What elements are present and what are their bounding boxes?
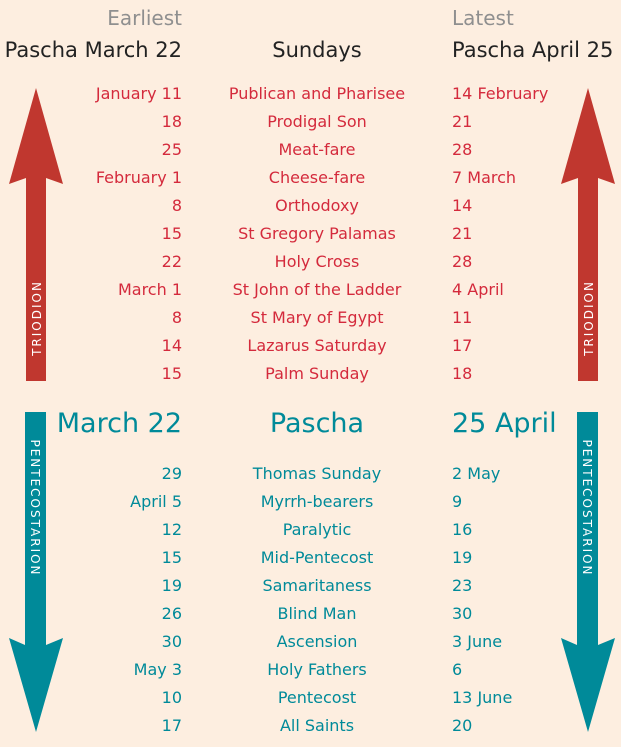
triodion-earliest-cell: 18 xyxy=(161,112,182,131)
pentecostarion-latest-cell: 9 xyxy=(452,492,463,511)
triodion-arrow-left: TRIODION xyxy=(9,88,63,381)
triodion-label-left: TRIODION xyxy=(30,280,44,357)
triodion-earliest-cell: February 1 xyxy=(95,168,182,187)
pentecostarion-sunday-cell: Samaritaness xyxy=(262,576,372,595)
latest-title: Pascha April 25 xyxy=(452,38,614,62)
triodion-sunday-cell: Orthodoxy xyxy=(275,196,359,215)
triodion-label-right: TRIODION xyxy=(582,280,596,357)
pentecostarion-sunday-cell: Mid-Pentecost xyxy=(260,548,374,567)
triodion-earliest-cell: 25 xyxy=(161,140,182,159)
pentecostarion-earliest-cell: April 5 xyxy=(130,492,182,511)
pentecostarion-latest-cell: 6 xyxy=(452,660,463,679)
pentecostarion-earliest-cell: 26 xyxy=(161,604,182,623)
triodion-sunday-cell: Prodigal Son xyxy=(267,112,367,131)
pascha-latest: 25 April xyxy=(452,408,557,439)
pentecostarion-latest-cell: 3 June xyxy=(452,632,503,651)
pentecostarion-label-left: PENTECOSTARION xyxy=(28,439,42,576)
pentecostarion-latest-cell: 23 xyxy=(452,576,473,595)
pentecostarion-sunday-cell: Ascension xyxy=(276,632,358,651)
triodion-earliest-cell: 8 xyxy=(171,196,182,215)
triodion-latest-cell: 28 xyxy=(452,140,473,159)
pentecostarion-latest-cell: 2 May xyxy=(452,464,501,483)
pentecostarion-latest-cell: 20 xyxy=(452,716,473,735)
triodion-sunday-cell: Publican and Pharisee xyxy=(228,84,406,103)
pentecostarion-earliest-cell: 29 xyxy=(161,464,182,483)
pentecostarion-arrow-left: PENTECOSTARION xyxy=(9,412,63,732)
triodion-sunday-cell: St Mary of Egypt xyxy=(250,308,384,327)
triodion-latest-cell: 4 April xyxy=(452,280,504,299)
pentecostarion-earliest-cell: 17 xyxy=(161,716,182,735)
latest-label: Latest xyxy=(452,6,514,30)
triodion-earliest-cell: January 11 xyxy=(95,84,182,103)
triodion-arrow-right: TRIODION xyxy=(561,88,615,381)
pentecostarion-sunday-cell: Pentecost xyxy=(277,688,357,707)
pascha-center: Pascha xyxy=(269,408,365,439)
pentecostarion-latest-cell: 16 xyxy=(452,520,473,539)
pentecostarion-sunday-cell: Thomas Sunday xyxy=(252,464,382,483)
pentecostarion-sunday-cell: Myrrh-bearers xyxy=(260,492,374,511)
pentecostarion-earliest-cell: May 3 xyxy=(133,660,182,679)
pentecostarion-earliest-cell: 30 xyxy=(161,632,182,651)
earliest-label: Earliest xyxy=(107,6,182,30)
triodion-latest-cell: 14 February xyxy=(452,84,549,103)
triodion-latest-cell: 18 xyxy=(452,364,473,383)
pentecostarion-sunday-cell: Blind Man xyxy=(277,604,357,623)
triodion-earliest-cell: 15 xyxy=(161,224,182,243)
triodion-latest-cell: 21 xyxy=(452,224,473,243)
triodion-sunday-cell: Cheese-fare xyxy=(268,168,366,187)
triodion-latest-cell: 28 xyxy=(452,252,473,271)
triodion-latest-cell: 21 xyxy=(452,112,473,131)
pentecostarion-earliest-cell: 12 xyxy=(161,520,182,539)
pentecostarion-sunday-cell: Paralytic xyxy=(282,520,352,539)
pentecostarion-latest-cell: 19 xyxy=(452,548,473,567)
pentecostarion-latest-cell: 13 June xyxy=(452,688,513,707)
triodion-latest-cell: 14 xyxy=(452,196,473,215)
triodion-sunday-cell: Palm Sunday xyxy=(265,364,369,383)
pentecostarion-label-right: PENTECOSTARION xyxy=(580,439,594,576)
center-title: Sundays xyxy=(272,38,362,62)
pentecostarion-arrow-right: PENTECOSTARION xyxy=(561,412,615,732)
pentecostarion-earliest-cell: 19 xyxy=(161,576,182,595)
triodion-sunday-cell: Meat-fare xyxy=(278,140,356,159)
pascha-earliest: March 22 xyxy=(56,408,182,439)
triodion-latest-cell: 11 xyxy=(452,308,473,327)
triodion-earliest-cell: 8 xyxy=(171,308,182,327)
triodion-earliest-cell: 15 xyxy=(161,364,182,383)
earliest-title: Pascha March 22 xyxy=(4,38,182,62)
triodion-earliest-cell: 22 xyxy=(161,252,182,271)
triodion-latest-cell: 7 March xyxy=(452,168,517,187)
triodion-sunday-cell: St Gregory Palamas xyxy=(238,224,396,243)
pentecostarion-sunday-cell: All Saints xyxy=(279,716,355,735)
pentecostarion-earliest-cell: 15 xyxy=(161,548,182,567)
pentecostarion-latest-cell: 30 xyxy=(452,604,473,623)
triodion-sunday-cell: St John of the Ladder xyxy=(232,280,402,299)
pentecostarion-sunday-cell: Holy Fathers xyxy=(267,660,367,679)
triodion-earliest-cell: 14 xyxy=(161,336,182,355)
triodion-sunday-cell: Holy Cross xyxy=(274,252,360,271)
triodion-sunday-cell: Lazarus Saturday xyxy=(247,336,387,355)
triodion-latest-cell: 17 xyxy=(452,336,473,355)
triodion-earliest-cell: March 1 xyxy=(117,280,182,299)
pentecostarion-earliest-cell: 10 xyxy=(161,688,182,707)
